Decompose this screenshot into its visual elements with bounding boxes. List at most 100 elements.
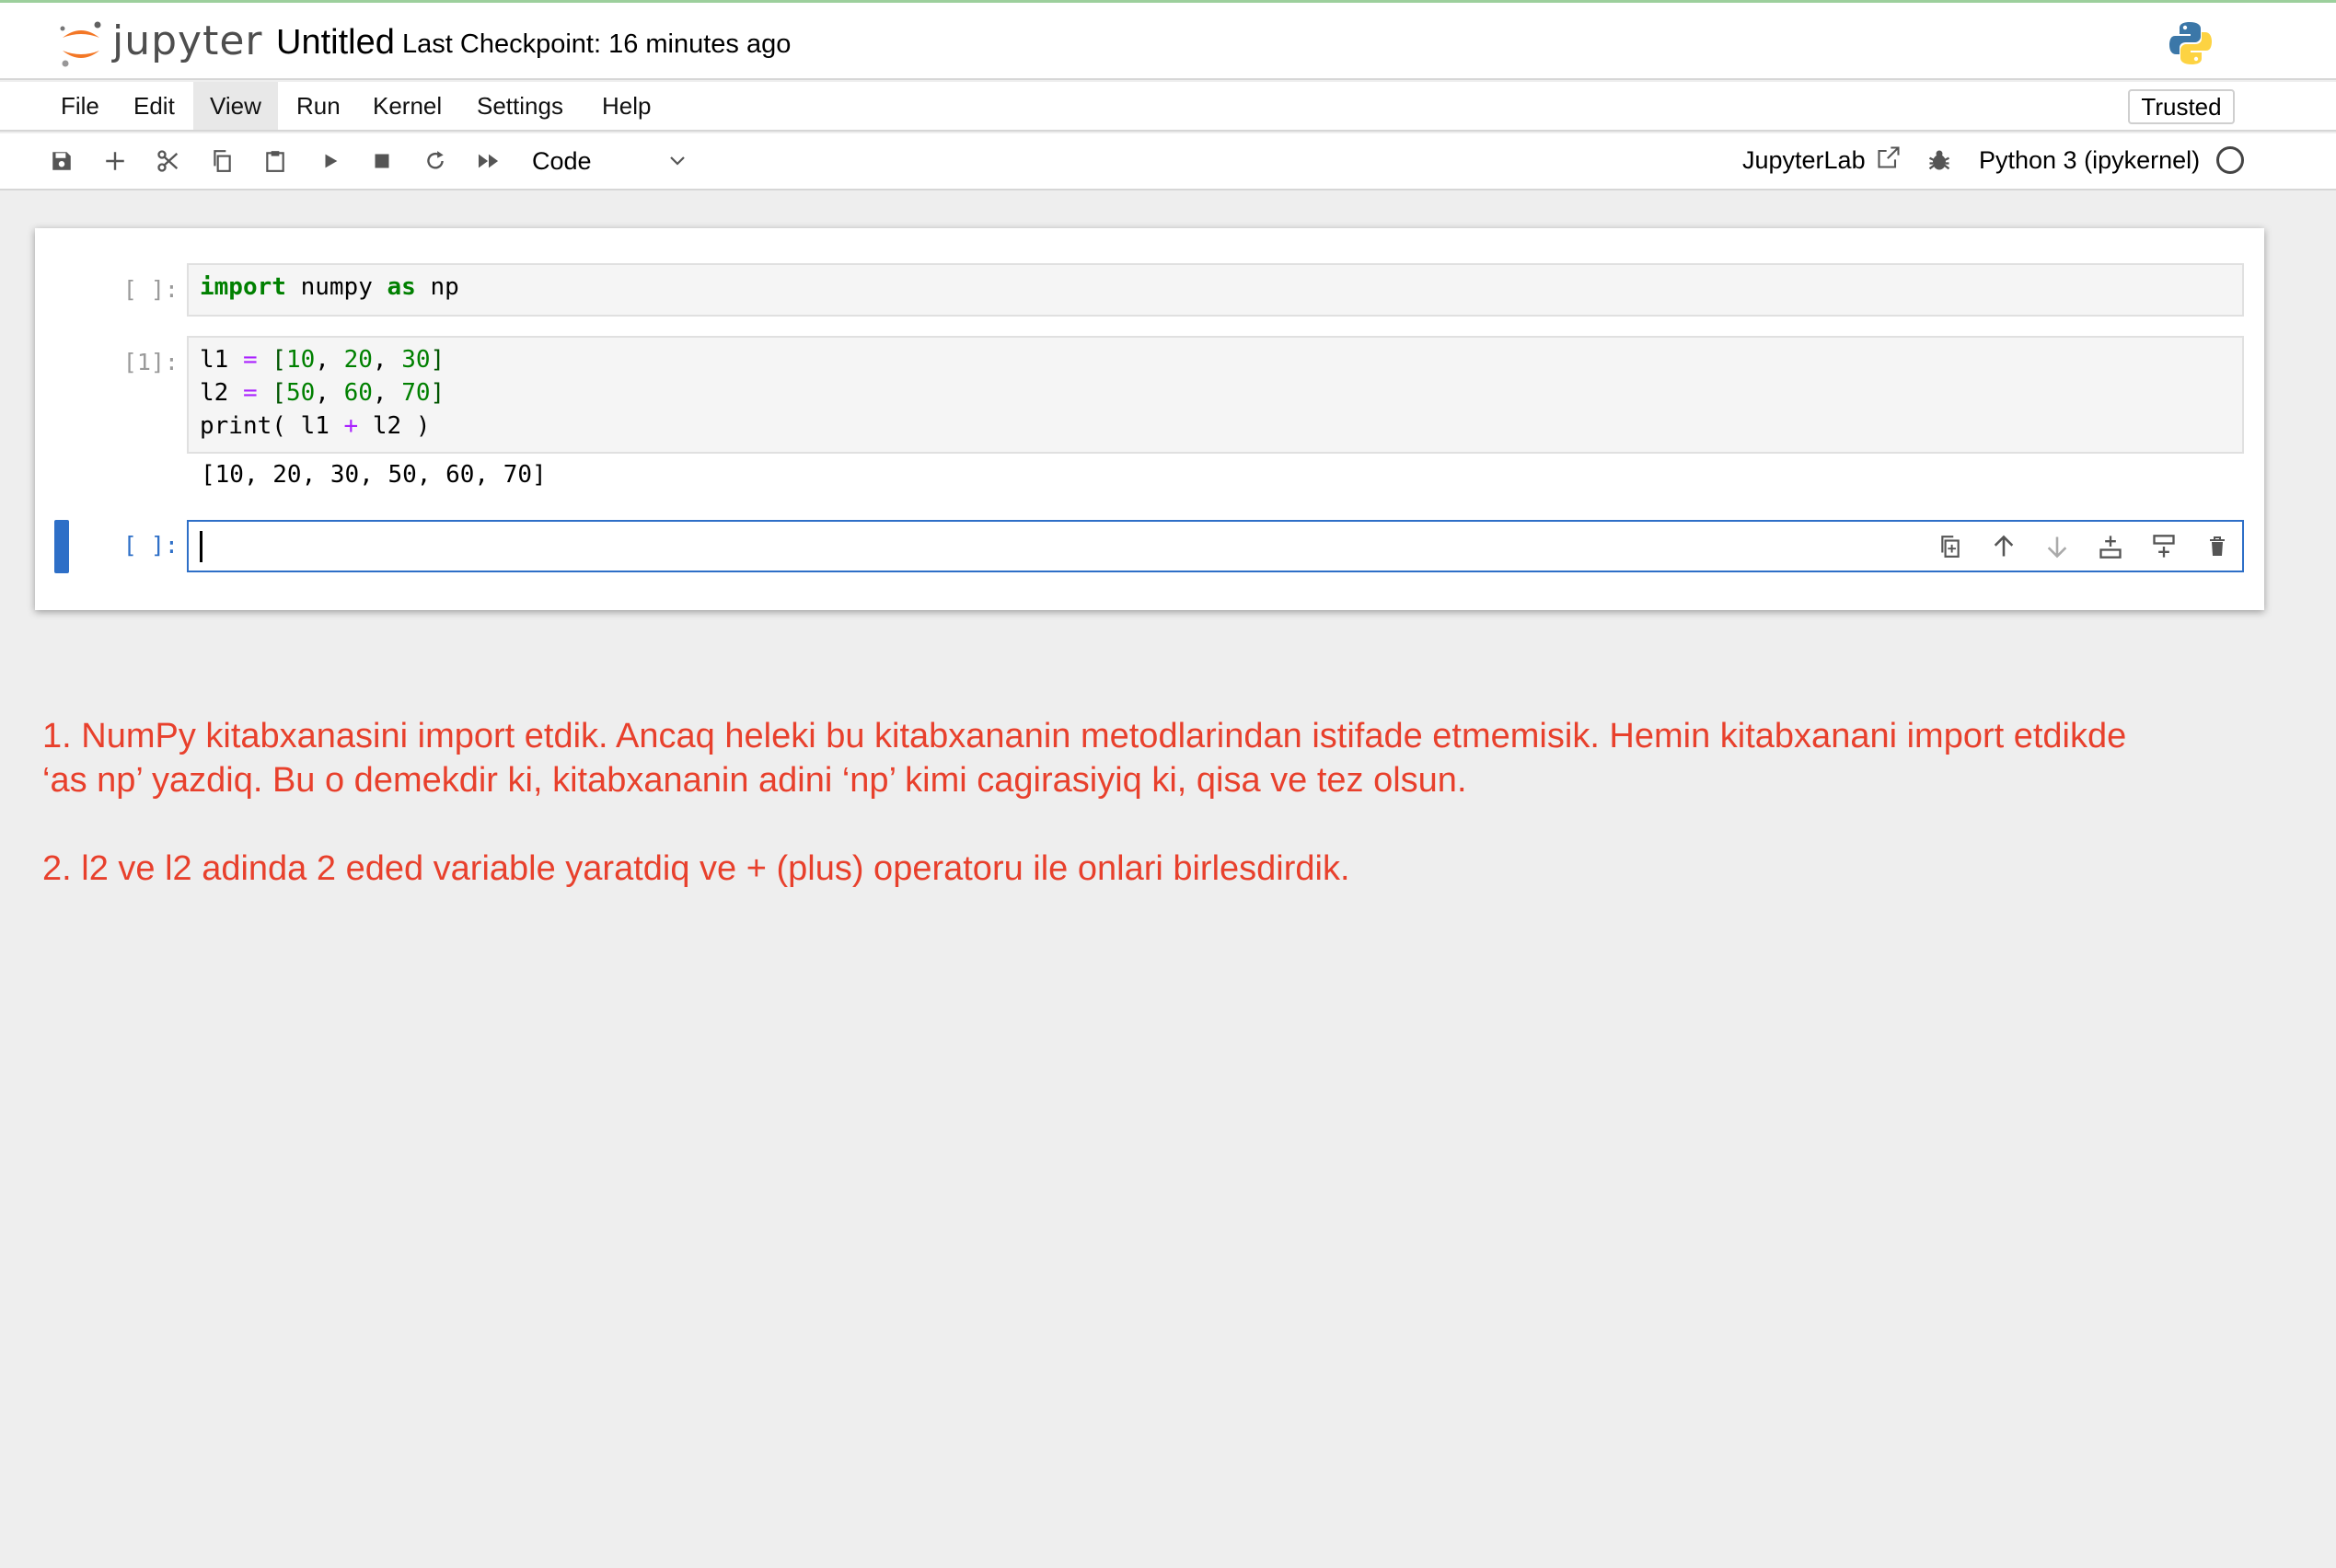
kernel-status-circle-icon	[2216, 146, 2244, 174]
run-icon	[325, 154, 338, 168]
annotation-line: 1. NumPy kitabxanasini import etdik. Anc…	[42, 717, 2127, 755]
delete-cell-button[interactable]	[2202, 531, 2233, 562]
code-text: l2 )	[358, 412, 431, 440]
notebook-header: jupyter Untitled Last Checkpoint: 16 min…	[0, 3, 2336, 80]
cell-prompt: [1]:	[122, 349, 179, 375]
duplicate-cell-button[interactable]	[1935, 531, 1966, 562]
add-cell-icon	[106, 152, 124, 170]
insert-below-button[interactable]	[2148, 531, 2180, 562]
jupyter-logo-icon	[60, 21, 101, 67]
menu-kernel[interactable]: Kernel	[356, 82, 458, 130]
jupyterlab-link[interactable]: JupyterLab	[1742, 146, 1866, 175]
run-button[interactable]	[315, 145, 346, 177]
insert-above-icon	[2099, 536, 2122, 559]
code-bracket: ]	[430, 346, 445, 374]
cell-prompt: [ ]:	[122, 532, 179, 559]
cell-type-select[interactable]: Code	[532, 143, 688, 179]
code-operator: +	[343, 412, 359, 440]
active-cell-marker[interactable]	[54, 520, 69, 573]
code-text: np	[415, 273, 459, 301]
copy-icon	[214, 150, 231, 172]
menu-settings[interactable]: Settings	[460, 82, 580, 130]
code-bracket: [	[272, 379, 286, 407]
cell-prompt: [ ]:	[122, 276, 179, 303]
code-text: ,	[315, 346, 344, 374]
menu-view[interactable]: View	[193, 82, 278, 130]
code-text: l1	[200, 346, 243, 374]
cut-icon	[157, 150, 179, 172]
annotation-line: ‘as np’ yazdiq. Bu o demekdir ki, kitabx…	[42, 761, 1467, 800]
code-operator: =	[242, 379, 258, 407]
move-up-icon	[1994, 535, 2014, 557]
restart-button[interactable]	[420, 145, 451, 177]
code-line: l2 = [50, 60, 70]	[200, 376, 2231, 409]
notebook-toolbar: Code JupyterLab Python 3 (ipykernel)	[0, 133, 2336, 190]
code-number: 50	[285, 379, 316, 407]
code-text: ,	[315, 379, 344, 407]
external-link-icon[interactable]	[1876, 144, 1902, 170]
code-text: l2	[200, 379, 243, 407]
insert-below-icon	[2153, 535, 2175, 558]
move-up-button[interactable]	[1988, 531, 2019, 562]
menu-file[interactable]: File	[44, 82, 116, 130]
menu-edit[interactable]: Edit	[117, 82, 191, 130]
menu-run[interactable]: Run	[280, 82, 357, 130]
run-all-icon	[479, 154, 499, 168]
duplicate-cell-icon	[1941, 536, 1960, 558]
move-down-button[interactable]	[2041, 531, 2073, 562]
checkpoint-status: Last Checkpoint: 16 minutes ago	[402, 29, 792, 59]
trusted-indicator[interactable]: Trusted	[2128, 89, 2235, 124]
active-code-cell-editor[interactable]	[187, 520, 2244, 572]
text-cursor	[200, 531, 202, 562]
cell-toolbar	[1935, 531, 2233, 562]
code-bracket: [	[272, 346, 286, 374]
cut-button[interactable]	[153, 145, 184, 177]
code-number: 30	[401, 346, 431, 374]
cell-type-value: Code	[532, 147, 592, 175]
stop-icon	[375, 154, 389, 168]
code-text: ,	[372, 346, 402, 374]
save-icon	[52, 152, 71, 170]
notebook-title[interactable]: Untitled	[276, 23, 395, 63]
code-line: l1 = [10, 20, 30]	[200, 343, 2231, 376]
jupyter-logo[interactable]: jupyter	[55, 16, 262, 71]
code-line: import numpy as np	[200, 271, 2231, 304]
code-operator: =	[242, 346, 258, 374]
debugger-bug-icon[interactable]	[1926, 146, 1952, 174]
kernel-name[interactable]: Python 3 (ipykernel)	[1979, 146, 2200, 175]
chevron-down-icon	[670, 156, 685, 166]
code-line: print( l1 + l2 )	[200, 409, 2231, 443]
copy-button[interactable]	[206, 145, 237, 177]
menu-bar: File Edit View Run Kernel Settings Help …	[0, 82, 2336, 132]
code-text: numpy	[285, 273, 387, 301]
paste-button[interactable]	[260, 145, 291, 177]
restart-icon	[427, 151, 444, 169]
code-text: ,	[372, 379, 402, 407]
paste-icon	[266, 151, 284, 172]
logo-text: jupyter	[112, 17, 263, 64]
code-number: 70	[401, 379, 431, 407]
run-all-button[interactable]	[473, 145, 504, 177]
python-logo-icon	[2169, 22, 2212, 64]
code-keyword: as	[387, 273, 416, 301]
code-number: 10	[285, 346, 316, 374]
insert-above-button[interactable]	[2095, 531, 2126, 562]
save-button[interactable]	[46, 145, 77, 177]
code-cell-editor[interactable]: l1 = [10, 20, 30] l2 = [50, 60, 70] prin…	[187, 336, 2244, 454]
notebook-panel: [ ]: import numpy as np [1]: l1 = [10, 2…	[35, 228, 2264, 610]
stop-button[interactable]	[366, 145, 398, 177]
code-keyword: import	[200, 273, 286, 301]
add-cell-button[interactable]	[99, 145, 131, 177]
code-number: 20	[343, 346, 373, 374]
menu-help[interactable]: Help	[585, 82, 667, 130]
annotation-note-1: 1. NumPy kitabxanasini import etdik. Anc…	[42, 714, 2316, 802]
code-bracket: ]	[430, 379, 445, 407]
annotation-note-2: 2. l2 ve l2 adinda 2 eded variable yarat…	[42, 849, 1350, 888]
cell-output: [10, 20, 30, 50, 60, 70]	[201, 461, 547, 489]
code-cell-editor[interactable]: import numpy as np	[187, 263, 2244, 317]
delete-cell-icon	[2210, 536, 2225, 556]
code-text: print( l1	[200, 412, 344, 440]
move-down-icon	[2047, 536, 2067, 559]
